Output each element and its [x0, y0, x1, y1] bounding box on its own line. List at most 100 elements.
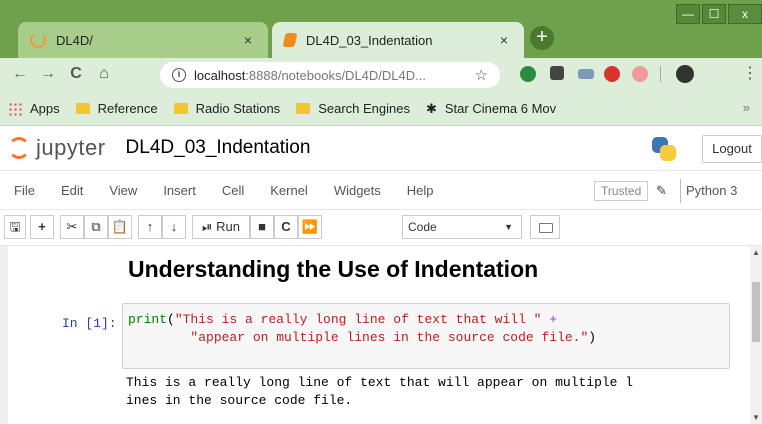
code-paren: ( — [167, 312, 175, 327]
output-line: This is a really long line of text that … — [126, 375, 634, 390]
fast-forward-icon[interactable]: ⏩ — [298, 215, 322, 239]
notebook-name[interactable]: DL4D_03_Indentation — [126, 137, 311, 159]
tab-dl4d[interactable]: DL4D/ × — [18, 22, 268, 58]
menu-help[interactable]: Help — [407, 183, 434, 198]
back-arrow-icon[interactable]: ← — [10, 64, 30, 84]
url-path: :8888/notebooks/DL4D/DL4D... — [245, 67, 426, 83]
menu-cell[interactable]: Cell — [222, 183, 244, 198]
menu-edit[interactable]: Edit — [61, 183, 83, 198]
star-cinema-icon: ✱ — [425, 100, 437, 116]
vertical-scrollbar[interactable]: ▲ ▼ — [750, 246, 762, 424]
profile-avatar[interactable] — [676, 65, 694, 83]
extension-red-icon[interactable] — [604, 66, 620, 82]
code-string: "This is a really long line of text that… — [174, 312, 542, 327]
code-string: "appear on multiple lines in the source … — [190, 330, 589, 345]
folder-icon — [75, 103, 90, 114]
bookmark-apps[interactable]: Apps — [8, 101, 60, 116]
forward-arrow-icon[interactable]: → — [38, 64, 58, 84]
info-icon[interactable]: i — [172, 68, 186, 82]
reload-icon[interactable]: C — [66, 64, 86, 84]
apps-grid-icon — [8, 101, 22, 116]
toolbar-divider — [660, 66, 661, 82]
menu-view[interactable]: View — [109, 183, 137, 198]
keyboard-icon[interactable] — [530, 215, 560, 239]
jupyter-logo-text[interactable]: jupyter — [36, 135, 106, 161]
code-paren: ) — [588, 330, 597, 345]
browser-toolbar: ← → C ⌂ i localhost :8888/notebooks/DL4D… — [0, 58, 762, 92]
tab-close-icon[interactable]: × — [496, 32, 512, 48]
stop-icon[interactable]: ■ — [250, 215, 274, 239]
input-prompt: In [1]: — [62, 316, 117, 331]
extension-block-icon[interactable] — [632, 66, 648, 82]
home-icon[interactable]: ⌂ — [94, 64, 114, 84]
markdown-heading: Understanding the Use of Indentation — [128, 256, 539, 282]
window-close-button[interactable]: x — [728, 4, 762, 24]
tab-title: DL4D_03_Indentation — [306, 32, 433, 48]
menu-widgets[interactable]: Widgets — [334, 183, 381, 198]
menu-kernel[interactable]: Kernel — [270, 183, 308, 198]
maximize-button[interactable]: ☐ — [702, 4, 726, 24]
scroll-up-icon[interactable]: ▲ — [752, 248, 760, 257]
address-bar[interactable]: i localhost :8888/notebooks/DL4D/DL4D...… — [160, 62, 500, 88]
tab-dl4d-03-indentation[interactable]: DL4D_03_Indentation × — [272, 22, 524, 58]
browser-menu-icon[interactable]: ⋮ — [740, 64, 760, 84]
menu-file[interactable]: File — [14, 183, 35, 198]
code-keyword: print — [128, 312, 168, 327]
run-button[interactable]: ⏯ Run — [192, 215, 250, 239]
logout-button[interactable]: Logout — [702, 135, 762, 163]
bookmark-star-cinema[interactable]: ✱ Star Cinema 6 Mov — [426, 101, 556, 117]
menu-insert[interactable]: Insert — [163, 183, 196, 198]
bookmark-star-icon[interactable]: ☆ — [475, 66, 488, 84]
folder-icon — [173, 103, 188, 114]
run-icon: ⏯ — [202, 219, 213, 234]
cut-icon[interactable]: ✂ — [60, 215, 84, 239]
url-host: localhost — [194, 67, 246, 83]
move-down-icon[interactable]: ↓ — [162, 215, 186, 239]
code-cell-input[interactable]: print("This is a really long line of tex… — [122, 303, 730, 369]
bookmarks-overflow-icon[interactable]: » — [743, 100, 750, 115]
copy-icon[interactable]: ⧉ — [84, 215, 108, 239]
tab-title: DL4D/ — [56, 32, 93, 48]
notebook-favicon-icon — [282, 33, 298, 47]
edit-pencil-icon[interactable]: ✎ — [656, 183, 667, 199]
chevron-down-icon: ▼ — [504, 222, 513, 232]
folder-icon — [296, 103, 311, 114]
jupyter-logo-icon[interactable] — [8, 137, 30, 159]
paste-icon[interactable]: 📋 — [108, 215, 132, 239]
notebook-area: Understanding the Use of Indentation In … — [0, 246, 750, 424]
run-label: Run — [216, 219, 240, 234]
move-up-icon[interactable]: ↑ — [138, 215, 162, 239]
browser-title-bar: DL4D/ × DL4D_03_Indentation × + — ☐ x — [0, 0, 762, 58]
output-line: ines in the source code file. — [126, 393, 353, 408]
extension-qr-icon[interactable] — [550, 66, 564, 80]
jupyter-header: jupyter DL4D_03_Indentation Logout — [0, 126, 762, 170]
restart-icon[interactable]: C — [274, 215, 298, 239]
cell-type-value: Code — [408, 220, 437, 234]
trusted-badge[interactable]: Trusted — [594, 181, 649, 201]
scroll-down-icon[interactable]: ▼ — [752, 413, 760, 422]
bookmark-label: Reference — [97, 101, 158, 116]
python-logo-icon — [650, 135, 678, 163]
extension-screen-icon[interactable] — [578, 69, 594, 79]
bookmark-reference[interactable]: Reference — [75, 101, 158, 116]
cell-output: This is a really long line of text that … — [126, 374, 726, 410]
new-tab-button[interactable]: + — [530, 26, 554, 50]
scrollbar-thumb[interactable] — [752, 282, 760, 342]
jupyter-menu-bar: File Edit View Insert Cell Kernel Widget… — [0, 170, 762, 210]
bookmark-search-engines[interactable]: Search Engines — [296, 101, 410, 116]
notebook-page: Understanding the Use of Indentation In … — [8, 246, 750, 424]
code-operator: + — [541, 312, 558, 327]
bookmark-label: Apps — [30, 101, 60, 116]
save-icon[interactable]: 🖫 — [4, 215, 26, 239]
add-cell-icon[interactable]: + — [30, 215, 54, 239]
minimize-button[interactable]: — — [676, 4, 700, 24]
bookmarks-bar: Apps Reference Radio Stations Search Eng… — [0, 92, 762, 126]
extension-globe-icon[interactable] — [520, 66, 536, 82]
tab-close-icon[interactable]: × — [240, 32, 256, 48]
notebook-toolbar: 🖫 + ✂ ⧉ 📋 ↑ ↓ ⏯ Run ■ C ⏩ Code ▼ — [0, 210, 762, 246]
bookmark-label: Star Cinema 6 Mov — [444, 101, 557, 116]
jupyter-favicon-icon — [30, 32, 46, 48]
cell-type-select[interactable]: Code ▼ — [402, 215, 522, 239]
bookmark-radio-stations[interactable]: Radio Stations — [173, 101, 280, 116]
